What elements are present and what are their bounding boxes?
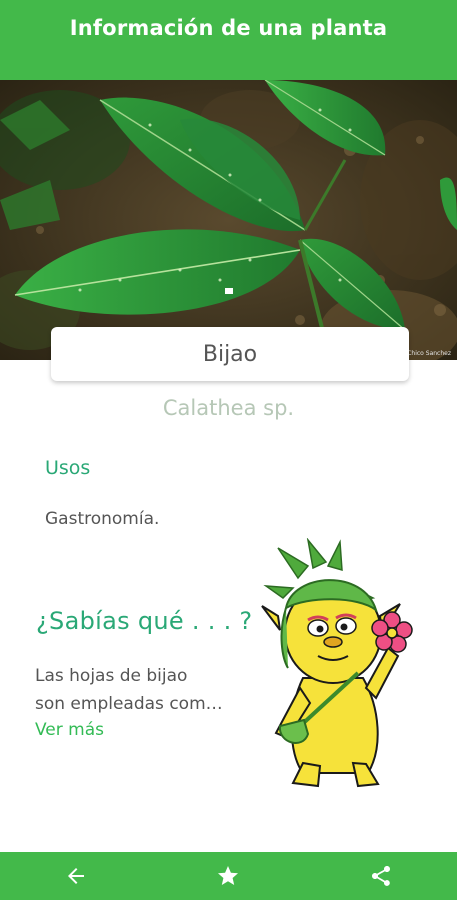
did-you-know-line-1: Las hojas de bijao xyxy=(35,666,188,686)
common-name: Bijao xyxy=(202,341,258,367)
uses-heading: Usos xyxy=(45,457,91,479)
common-name-card: Bijao xyxy=(51,327,409,381)
back-arrow-icon xyxy=(68,868,85,884)
did-you-know-line-2: son empleadas com… xyxy=(35,694,223,714)
favorite-button[interactable] xyxy=(208,856,248,896)
photo-credit: Chico Sanchez xyxy=(407,350,451,357)
back-button[interactable] xyxy=(56,856,96,896)
bottom-navigation xyxy=(0,852,457,900)
did-you-know-heading: ¿Sabías qué . . . ? xyxy=(36,607,253,635)
see-more-link[interactable]: Ver más xyxy=(35,720,104,740)
plant-photo-illustration xyxy=(0,80,457,360)
app-bar-title: Información de una planta xyxy=(69,16,388,40)
share-button[interactable] xyxy=(361,856,401,896)
uses-text: Gastronomía. xyxy=(45,509,160,529)
share-icon xyxy=(371,866,390,886)
app-bar: Información de una planta xyxy=(0,0,457,80)
scientific-name: Calathea sp. xyxy=(162,396,295,420)
did-you-know-text: Las hojas de bijao son empleadas com… xyxy=(35,662,260,718)
star-icon xyxy=(218,866,239,885)
mascot-illustration xyxy=(258,537,418,796)
plant-photo: Chico Sanchez xyxy=(0,80,457,360)
